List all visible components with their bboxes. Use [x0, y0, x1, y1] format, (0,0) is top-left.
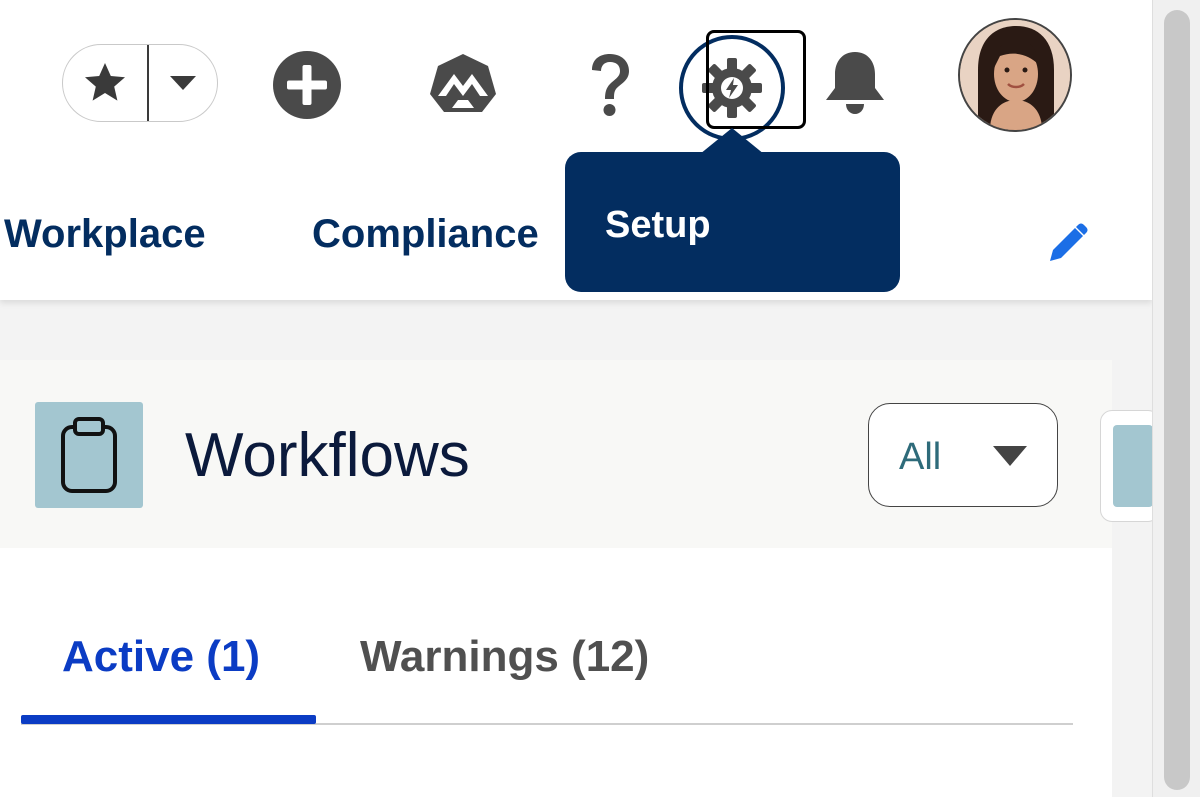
plus-circle-icon [273, 51, 341, 119]
bell-icon [826, 52, 884, 114]
favorites-group [62, 44, 218, 122]
setup-focus-ring [679, 35, 785, 141]
tab-warnings[interactable]: Warnings (12) [360, 632, 649, 682]
tooltip-text: Setup [605, 204, 711, 246]
page-scrollbar[interactable] [1152, 0, 1200, 797]
chevron-down-icon [993, 446, 1027, 466]
edit-nav-button[interactable] [1040, 215, 1096, 271]
active-tab-indicator [21, 715, 316, 724]
notifications-button[interactable] [820, 45, 890, 121]
favorites-button[interactable] [63, 45, 147, 121]
workflow-filter-select[interactable]: All [868, 403, 1058, 507]
help-button[interactable] [580, 49, 640, 121]
tooltip-arrow [700, 128, 764, 154]
question-icon [592, 54, 629, 116]
favorites-menu-button[interactable] [149, 45, 217, 121]
nav-item-workplace[interactable]: Workplace [4, 212, 206, 257]
side-panel-toggle[interactable] [1100, 410, 1160, 522]
nav-item-compliance[interactable]: Compliance [312, 212, 539, 257]
trailhead-button[interactable] [427, 49, 499, 121]
clipboard-icon [61, 417, 117, 493]
filter-selected-value: All [899, 436, 942, 478]
workflows-icon-tile [35, 402, 143, 508]
chevron-left-icon [1113, 425, 1153, 507]
tab-active[interactable]: Active (1) [62, 632, 260, 682]
star-icon [85, 63, 125, 101]
user-avatar-image [960, 20, 1070, 130]
trailhead-icon [430, 54, 496, 112]
scrollbar-thumb[interactable] [1164, 10, 1190, 790]
setup-button[interactable] [679, 35, 785, 141]
chevron-down-icon [170, 76, 196, 90]
global-add-button[interactable] [271, 49, 343, 121]
user-avatar[interactable] [958, 18, 1072, 132]
setup-tooltip: Setup [565, 152, 900, 292]
page-title: Workflows [185, 421, 470, 490]
pencil-icon [1050, 223, 1088, 261]
